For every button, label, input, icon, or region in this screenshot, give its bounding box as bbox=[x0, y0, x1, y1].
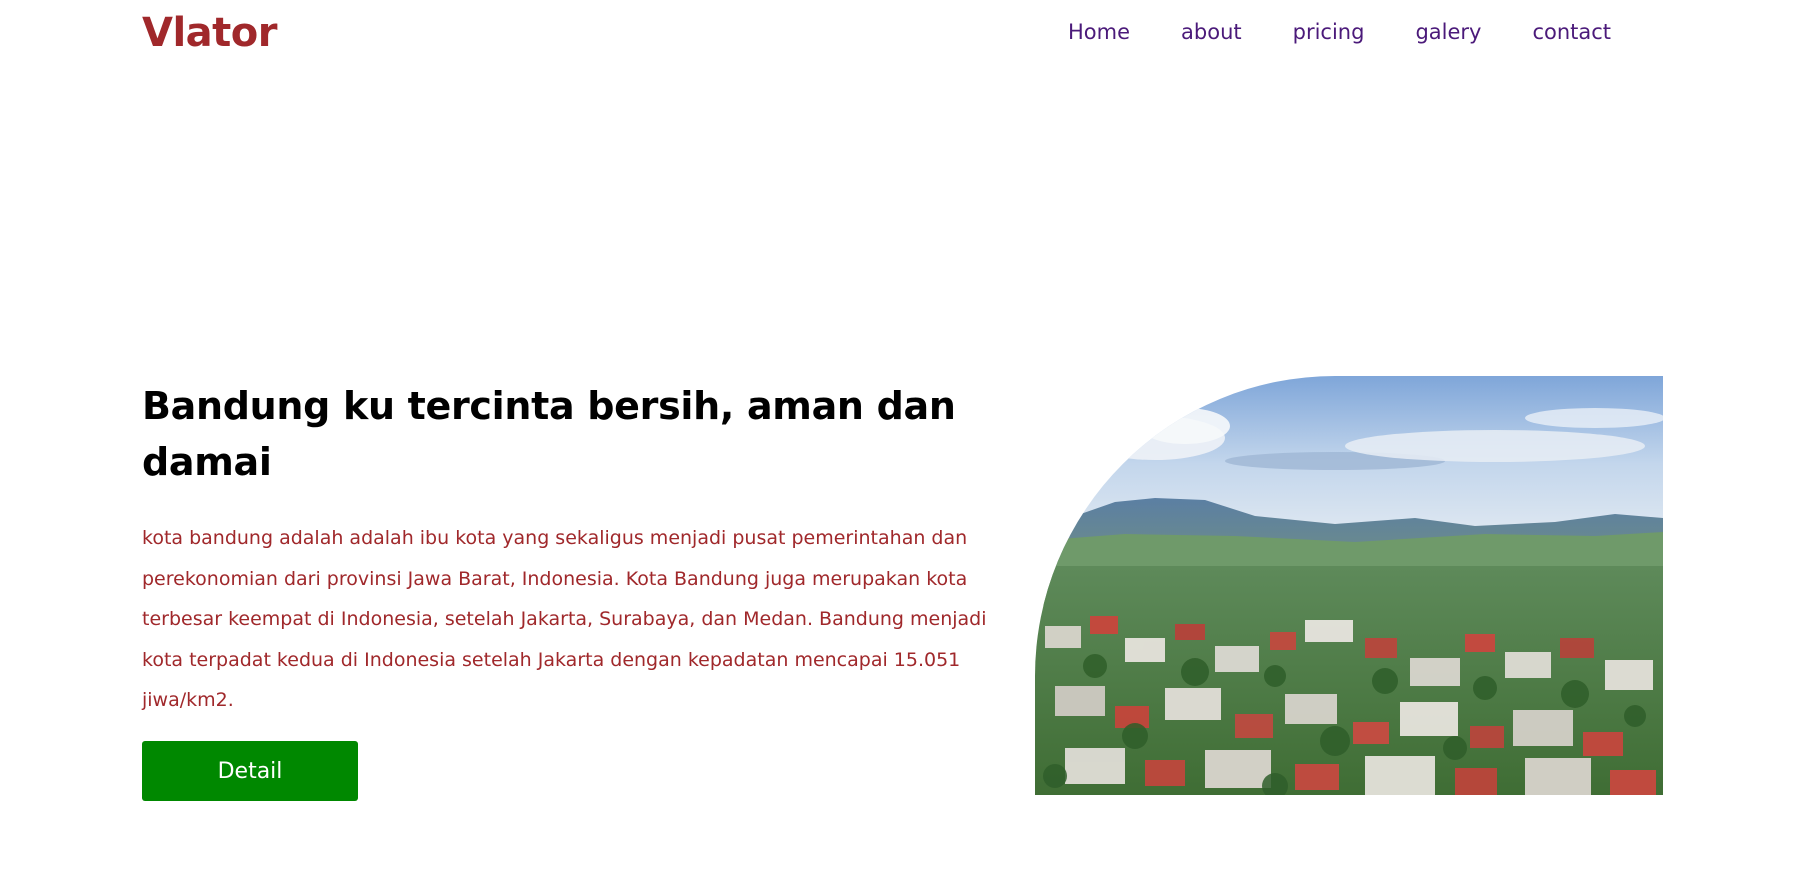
page: Vlator Home about pricing galery contact… bbox=[0, 0, 1805, 893]
detail-button[interactable]: Detail bbox=[142, 741, 358, 801]
hero-title: Bandung ku tercinta bersih, aman dan dam… bbox=[142, 384, 956, 484]
main-nav: Home about pricing galery contact bbox=[1068, 18, 1611, 46]
nav-link-galery[interactable]: galery bbox=[1415, 18, 1481, 46]
nav-link-pricing[interactable]: pricing bbox=[1293, 18, 1365, 46]
hero-description: kota bandung adalah adalah ibu kota yang… bbox=[142, 527, 987, 711]
nav-link-contact[interactable]: contact bbox=[1532, 18, 1611, 46]
nav-link-about[interactable]: about bbox=[1181, 18, 1242, 46]
logo[interactable]: Vlator bbox=[142, 8, 278, 58]
nav-link-home[interactable]: Home bbox=[1068, 18, 1130, 46]
city-landscape-image bbox=[1035, 376, 1663, 795]
